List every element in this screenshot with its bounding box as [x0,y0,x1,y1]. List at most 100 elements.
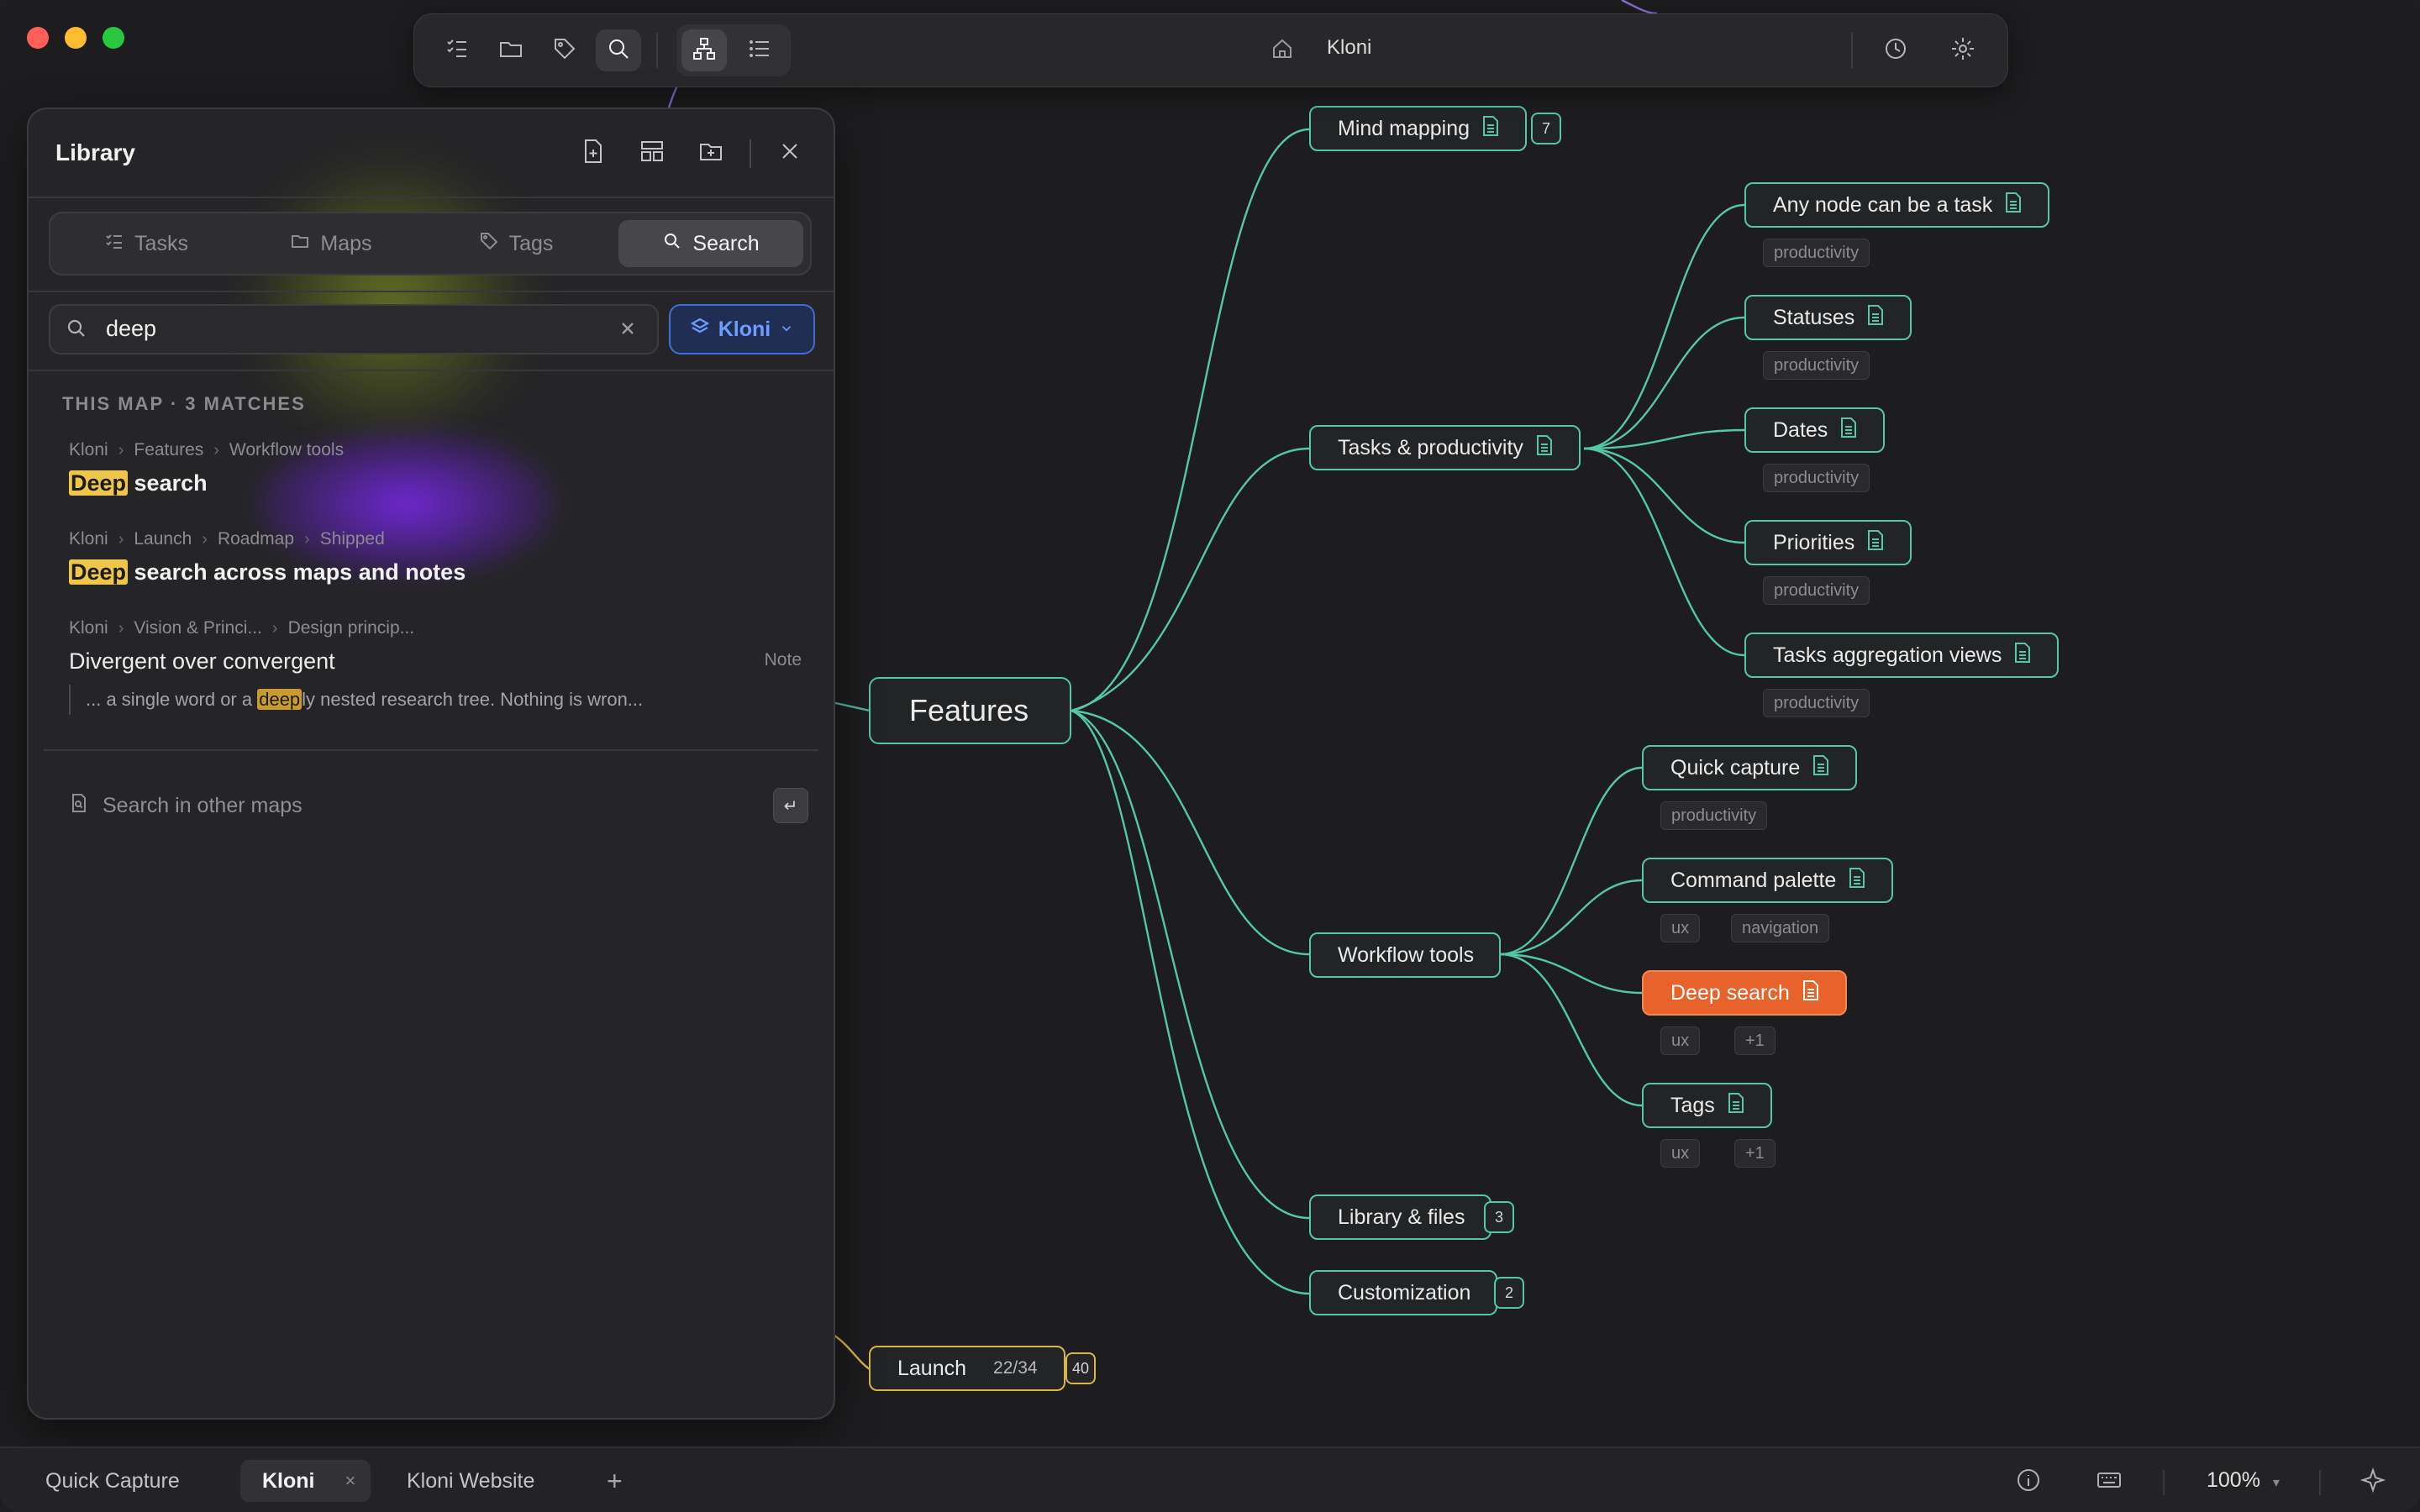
node-dates[interactable]: Dates [1744,407,1886,453]
edge-library [1071,709,1310,1220]
note-icon [1866,529,1885,557]
tab-tasks[interactable]: Tasks [57,220,235,267]
edge-top-right [1621,0,1658,15]
panel-title: Library [55,139,135,165]
tab-tags[interactable]: Tags [427,220,605,267]
ai-assist-button[interactable] [2360,1467,2388,1495]
tag-chip[interactable]: productivity [1763,576,1870,605]
tag-chip[interactable]: navigation [1731,914,1830,942]
match-highlight: Deep [69,470,129,496]
note-icon [2004,192,2023,219]
keyboard-shortcuts-button[interactable] [2096,1467,2124,1495]
child-count-badge: 3 [1484,1201,1514,1233]
search-scope-dropdown[interactable]: Kloni [669,304,815,354]
tags-button[interactable] [542,29,587,71]
new-map-button[interactable] [580,138,610,168]
note-icon [1727,1092,1745,1120]
node-statuses[interactable]: Statuses [1744,295,1912,340]
tag-chip[interactable]: ux [1660,914,1701,942]
history-button[interactable] [1873,29,1918,71]
breadcrumb-item: Vision & Princi... [134,618,262,638]
tab-kloni-website[interactable]: Kloni Website [392,1460,550,1502]
gear-icon [1949,35,1976,66]
node-tags[interactable]: Tags [1642,1083,1772,1128]
match-highlight: deep [257,689,302,710]
tag-chip[interactable]: productivity [1763,351,1870,380]
close-tab-icon[interactable]: × [345,1470,356,1492]
results-section-header: THIS MAP · 3 MATCHES [62,393,306,414]
chevron-right-icon: › [202,529,208,549]
node-library-files[interactable]: Library & files [1309,1194,1492,1240]
node-workflow-tools[interactable]: Workflow tools [1309,932,1502,978]
edge-top-left [667,85,679,108]
settings-button[interactable] [1940,29,1986,71]
result-title-text: search across maps and notes [128,559,466,585]
new-tab-button[interactable]: + [607,1460,623,1502]
node-tasks-productivity[interactable]: Tasks & productivity [1309,425,1581,470]
node-priorities[interactable]: Priorities [1744,520,1912,565]
library-tabs: Tasks Maps Tags Search [49,212,812,276]
search-input[interactable]: deep [49,304,659,354]
search-button[interactable] [596,29,641,71]
edge-wf-2 [1499,879,1643,956]
scope-label: Kloni [718,317,771,341]
note-icon [1812,754,1830,782]
tag-overflow-chip[interactable]: +1 [1734,1026,1776,1055]
node-command-palette[interactable]: Command palette [1642,858,1894,903]
node-deep-search-selected[interactable]: Deep search [1642,970,1847,1016]
new-folder-button[interactable] [697,138,728,168]
breadcrumb-item: Kloni [69,618,108,638]
home-icon[interactable] [1270,36,1295,61]
sparkle-icon [2360,1467,2386,1497]
info-icon [2015,1469,2042,1497]
clear-search-icon[interactable] [618,319,639,339]
tag-chip[interactable]: productivity [1763,464,1870,492]
node-mind-mapping[interactable]: Mind mapping [1309,106,1528,151]
tag-chip[interactable]: ux [1660,1026,1701,1055]
close-icon [776,144,803,168]
tab-quick-capture[interactable]: Quick Capture [30,1460,195,1502]
breadcrumb-item: Roadmap [217,529,295,549]
node-label: Command palette [1670,868,1837,892]
node-any-node-task[interactable]: Any node can be a task [1744,182,2050,228]
node-customization[interactable]: Customization [1309,1270,1498,1315]
node-tasks-aggregation[interactable]: Tasks aggregation views [1744,633,2060,678]
task-progress: 22/34 [993,1358,1038,1378]
new-from-template-button[interactable] [639,138,669,168]
tab-kloni[interactable]: Kloni × [240,1460,371,1502]
divider [29,370,834,371]
close-panel-button[interactable] [776,138,807,168]
search-result[interactable]: Kloni › Features › Workflow tools Deep s… [69,440,817,496]
tag-chip[interactable]: ux [1660,1139,1701,1168]
tag-chip[interactable]: productivity [1660,801,1768,830]
tab-search[interactable]: Search [618,220,803,267]
tag-overflow-chip[interactable]: +1 [1734,1139,1776,1168]
bottom-tab-bar: Quick Capture Kloni × Kloni Website + 10… [0,1446,2420,1512]
template-icon [639,141,666,168]
breadcrumb-item: Features [134,440,204,459]
tag-chip[interactable]: productivity [1763,689,1870,717]
node-label: Priorities [1773,530,1855,554]
search-icon [662,231,682,257]
node-quick-capture[interactable]: Quick capture [1642,745,1858,790]
outline-view-button[interactable] [737,29,782,71]
zoom-level-dropdown[interactable]: 100% ▾ [2207,1468,2280,1493]
mindmap-icon [691,35,718,66]
maps-button[interactable] [488,29,534,71]
node-label: Library & files [1338,1205,1465,1229]
search-result[interactable]: Kloni › Launch › Roadmap › Shipped Deep … [69,529,817,585]
tab-maps[interactable]: Maps [242,220,420,267]
search-result-note[interactable]: Kloni › Vision & Princi... › Design prin… [69,618,817,715]
mindmap-view-button[interactable] [681,29,727,71]
info-button[interactable] [2015,1467,2044,1495]
node-launch[interactable]: Launch 22/34 [869,1346,1065,1391]
folder-icon [290,231,310,257]
tag-icon [479,231,499,257]
root-node[interactable]: Features [869,677,1071,744]
library-panel: Library Tasks Maps Tags Search deep Klon… [27,108,835,1420]
edge-launch [831,1332,871,1370]
search-other-maps-button[interactable]: Search in other maps ↵ [69,785,808,827]
tasks-button[interactable] [434,29,480,71]
tag-chip[interactable]: productivity [1763,239,1870,267]
tab-label: Tasks [134,231,188,255]
